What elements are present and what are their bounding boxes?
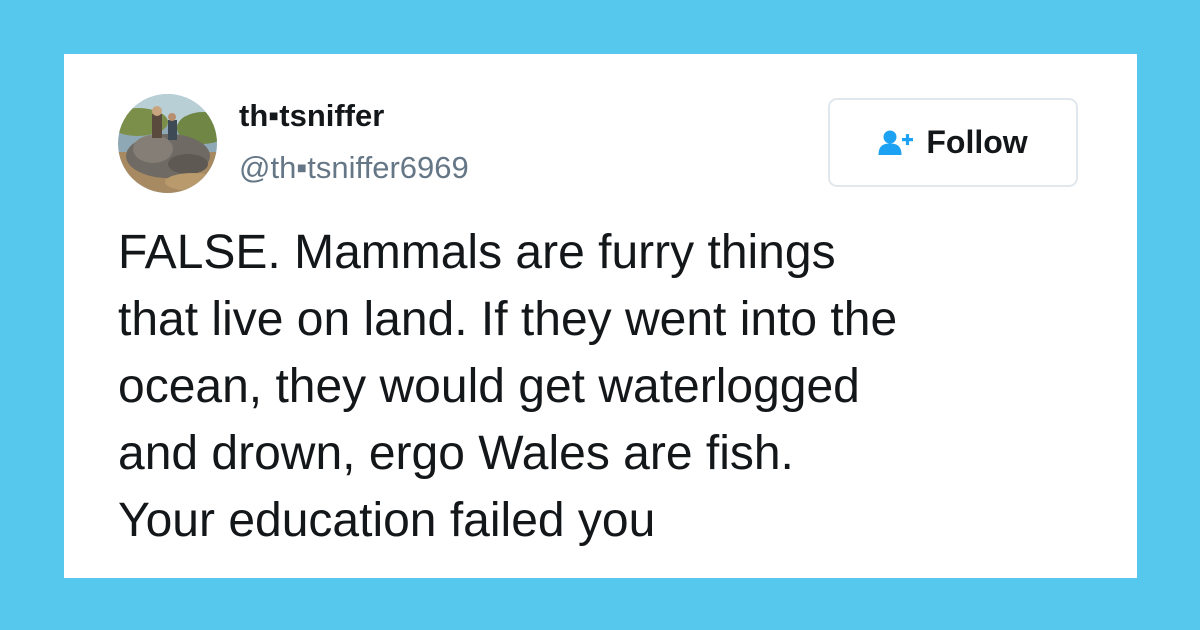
tweet-text-line: that live on land. If they went into the xyxy=(118,293,898,346)
user-handle[interactable]: @th▪tsniffer6969 xyxy=(239,150,469,186)
follow-button[interactable]: Follow xyxy=(828,98,1078,187)
avatar[interactable] xyxy=(118,94,217,193)
tweet-text: FALSE. Mammals are furry things that liv… xyxy=(118,219,1118,554)
add-user-icon xyxy=(878,130,914,156)
display-name[interactable]: th▪tsniffer xyxy=(239,98,384,134)
tweet-text-line: FALSE. Mammals are furry things xyxy=(118,226,836,279)
tweet-text-line: and drown, ergo Wales are fish. xyxy=(118,427,794,480)
avatar-photo xyxy=(118,94,217,193)
tweet-text-line: Your education failed you xyxy=(118,494,656,547)
tweet-card: th▪tsniffer @th▪tsniffer6969 Follow FALS… xyxy=(64,54,1137,578)
tweet-text-line: ocean, they would get waterlogged xyxy=(118,360,860,413)
follow-label: Follow xyxy=(926,124,1028,160)
